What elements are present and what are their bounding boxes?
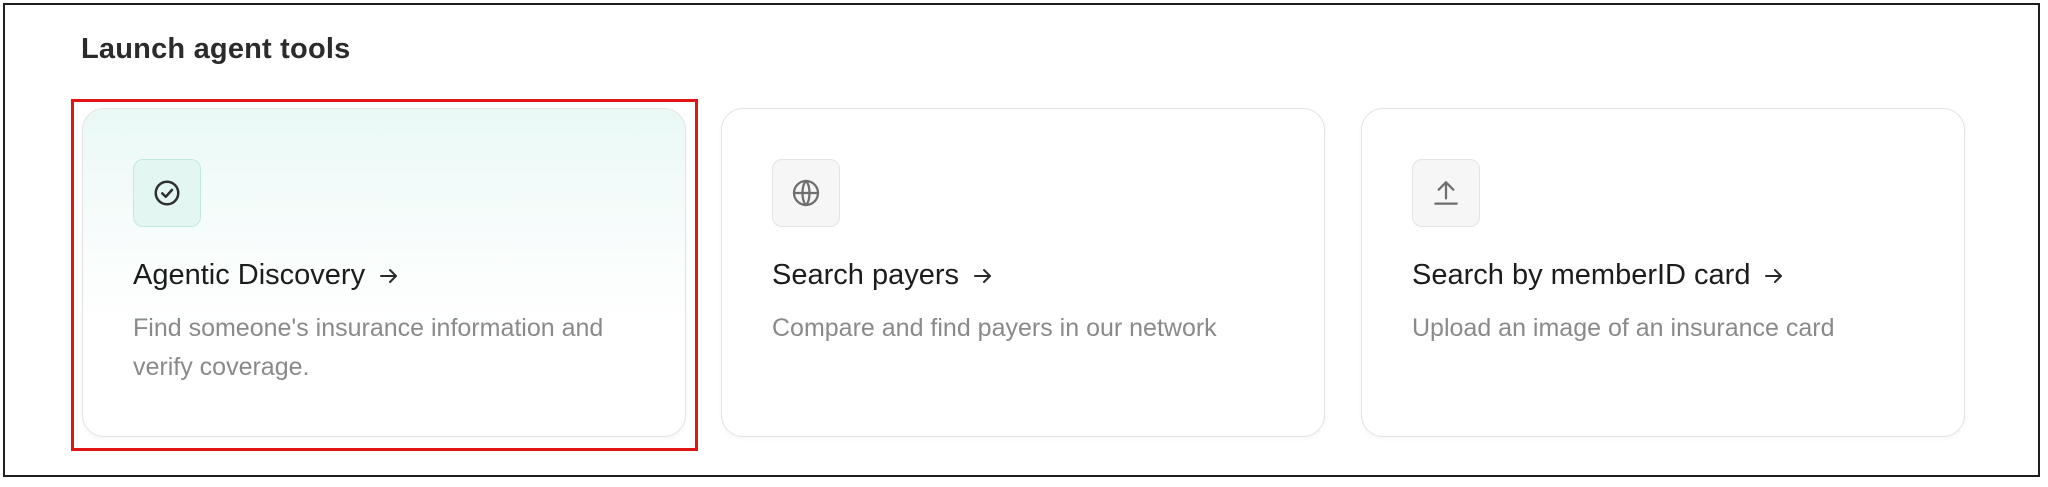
card-title: Search payers: [772, 259, 995, 292]
agentic-discovery-card[interactable]: Agentic Discovery Find someone's insuran…: [82, 108, 686, 437]
section-title: Launch agent tools: [81, 33, 351, 65]
arrow-right-icon: [971, 264, 995, 288]
card-title-text: Search by memberID card: [1412, 259, 1751, 291]
globe-icon: [792, 179, 820, 207]
card-title-text: Search payers: [772, 259, 959, 291]
card-title: Agentic Discovery: [133, 259, 401, 292]
check-circle-icon: [154, 180, 180, 206]
arrow-right-icon: [377, 264, 401, 288]
search-by-memberid-icon-box: [1412, 159, 1480, 227]
card-description: Find someone's insurance information and…: [133, 314, 604, 381]
card-description: Upload an image of an insurance card: [1412, 314, 1835, 342]
card-title-text: Agentic Discovery: [133, 259, 366, 291]
card-title: Search by memberID card: [1412, 259, 1786, 292]
search-payers-icon-box: [772, 159, 840, 227]
card-description: Compare and find payers in our network: [772, 314, 1217, 342]
screenshot-frame: Launch agent tools Agentic Discovery Fin…: [3, 3, 2040, 477]
search-by-memberid-card[interactable]: Search by memberID card Upload an image …: [1361, 108, 1965, 437]
agentic-discovery-icon-box: [133, 159, 201, 227]
arrow-right-icon: [1762, 264, 1786, 288]
search-payers-card[interactable]: Search payers Compare and find payers in…: [721, 108, 1325, 437]
upload-icon: [1434, 181, 1458, 205]
